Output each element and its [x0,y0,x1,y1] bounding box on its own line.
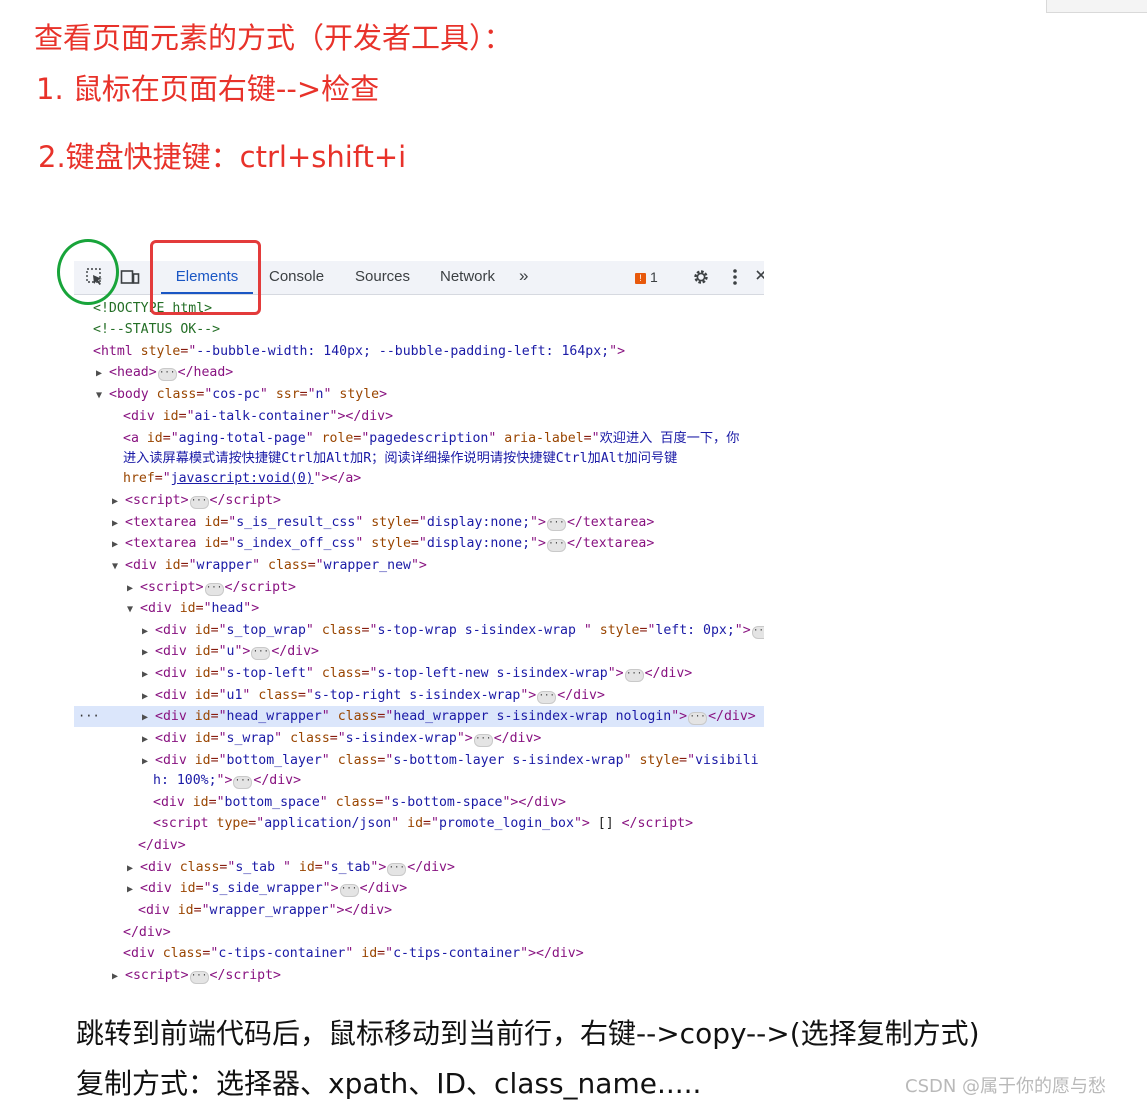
heading-devtools-methods: 查看页面元素的方式（开发者工具）： [34,21,513,55]
close-icon[interactable] [754,267,764,287]
dom-row-textarea-1[interactable]: ▶ <textarea id="s_is_result_css" style="d… [74,512,764,533]
method-keyboard-shortcut: 2.键盘快捷键：ctrl+shift+i [38,140,407,174]
method-right-click-inspect: 1. 鼠标在页面右键-->检查 [36,72,380,106]
dom-row-top-left[interactable]: ▶ <div id="s-top-left" class="s-top-left-… [74,663,764,684]
dom-row-script-1[interactable]: ▶ <script> ··· </script> [74,490,764,511]
dom-row-s-tab[interactable]: ▶ <div class="s_tab " id="s_tab"> ··· </div… [74,857,764,878]
dom-row-a-aging-cont: 进入读屏幕模式请按快捷键Ctrl加Alt加R；阅读详细操作说明请按快捷键Ctrl… [123,451,678,466]
dom-row-u[interactable]: ▶ <div id="u"> ··· </div> [74,641,764,662]
csdn-watermark: CSDN @属于你的愿与愁 [905,1076,1107,1097]
dom-tree: <!DOCTYPE html> <!--STATUS OK--> <html s… [74,295,764,985]
dom-row-head-div[interactable]: ▼ <div id="head"> [74,598,764,619]
more-options-icon[interactable] [725,267,745,287]
dom-row-side-wrapper[interactable]: ▶ <div id="s_side_wrapper"> ··· </div> [74,878,764,899]
copy-methods: 复制方式：选择器、xpath、ID、class_name..... [76,1067,702,1100]
devtools-panel: Elements Console Sources Network » ! 1 <!… [74,261,764,985]
dom-row-ai-talk[interactable]: <div id="ai-talk-container"></div> [74,406,764,427]
issues-counter[interactable]: ! 1 [635,269,658,287]
warning-icon: ! [635,273,646,284]
corner-panel-edge [1046,0,1147,13]
dom-row-textarea-2[interactable]: ▶ <textarea id="s_index_off_css" style="d… [74,533,764,554]
ellipsis-icon: ··· [157,368,177,381]
dom-row-comment[interactable]: <!--STATUS OK--> [74,319,764,340]
issues-count: 1 [650,269,658,285]
dom-row-script-3[interactable]: ▶ <script> ··· </script> [74,965,764,985]
tab-sources[interactable]: Sources [355,261,410,292]
dom-row-u1[interactable]: ▶ <div id="u1" class="s-top-right s-isind… [74,685,764,706]
dom-row-wrapper[interactable]: ▼ <div id="wrapper" class="wrapper_new"> [74,555,764,576]
dom-row-script-json[interactable]: <script type="application/json" id="prom… [74,813,764,834]
dom-row-s-wrap[interactable]: ▶ <div id="s_wrap" class="s-isindex-wrap"… [74,728,764,749]
dom-row-bottom-space[interactable]: <div id="bottom_space" class="s-bottom-s… [74,792,764,813]
copy-instructions: 跳转到前端代码后，鼠标移动到当前行，右键-->copy-->(选择复制方式) [76,1017,980,1050]
dom-row-a-aging[interactable]: <a id="aging-total-page" role="pagedescr… [74,428,764,449]
dom-row-tips[interactable]: <div class="c-tips-container" id="c-tips… [74,943,764,964]
dom-row-a-href[interactable]: href="javascript:void(0)"></a> [74,468,764,489]
dom-row-body[interactable]: ▼ <body class="cos-pc" ssr="n" style> [74,384,764,405]
dom-row-script-2[interactable]: ▶ <script> ··· </script> [74,577,764,598]
dom-row-wrapper-wrapper[interactable]: <div id="wrapper_wrapper"></div> [74,900,764,921]
device-toolbar-icon[interactable] [120,267,140,287]
dom-row-head-wrapper-selected[interactable]: ··· ▶ <div id="head_wrapper" class="head_w… [74,706,764,727]
dom-row-bottom-layer-cont: h: 100%;"> ··· </div> [153,773,302,789]
inspect-highlight-circle [57,239,119,305]
dom-row-top-wrap[interactable]: ▶ <div id="s_top_wrap" class="s-top-wrap … [74,620,764,641]
tab-console[interactable]: Console [269,261,324,292]
dom-row-head-close[interactable]: </div> [74,835,764,856]
more-tabs-chevron-icon[interactable]: » [519,261,528,291]
elements-tab-highlight-box [150,240,261,315]
row-actions-icon: ··· [78,709,100,723]
tab-network[interactable]: Network [440,261,495,292]
dom-row-html[interactable]: <html style="--bubble-width: 140px; --bu… [74,341,764,362]
dom-row-wrapper-close[interactable]: </div> [74,922,764,943]
dom-row-head[interactable]: ▶ <head> ··· </head> [74,362,764,383]
gear-icon[interactable] [691,267,711,287]
dom-row-bottom-layer[interactable]: ▶ <div id="bottom_layer" class="s-bottom-… [74,750,764,771]
